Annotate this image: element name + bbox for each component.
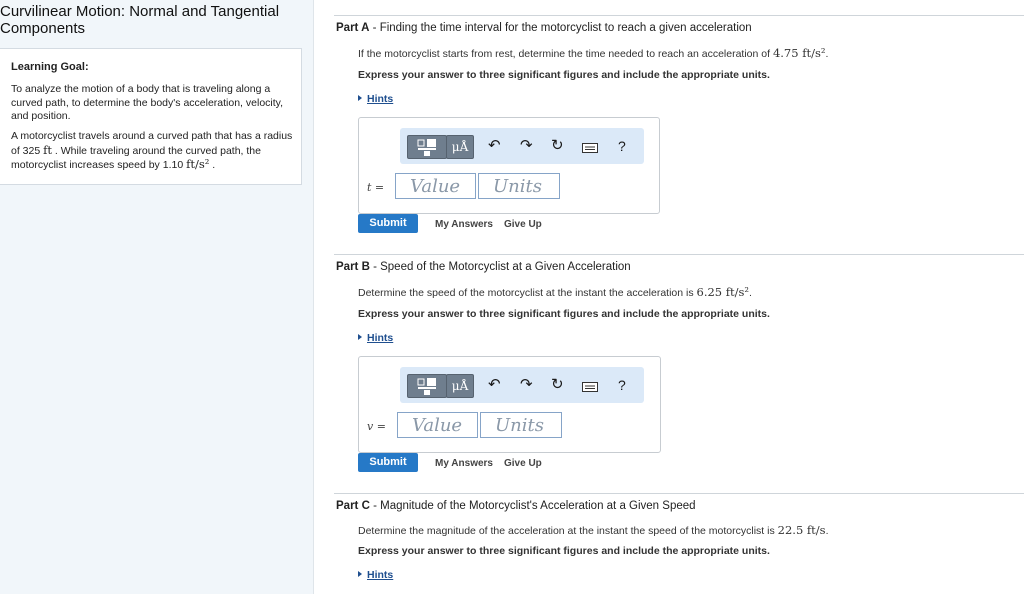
part-divider <box>334 493 1024 494</box>
prompt-end: . <box>749 287 752 299</box>
part-c-title: Part C - Magnitude of the Motorcyclist's… <box>336 500 696 512</box>
fraction-template-icon <box>417 139 436 156</box>
expand-triangle-icon <box>358 95 362 101</box>
submit-button[interactable]: Submit <box>358 453 418 472</box>
expand-triangle-icon <box>358 334 362 340</box>
part-a-hints-link[interactable]: Hints <box>358 93 393 105</box>
part-b-instruction: Express your answer to three significant… <box>358 308 770 320</box>
learning-goal-box: Learning Goal: To analyze the motion of … <box>0 48 302 185</box>
symbols-button[interactable]: μÅ <box>446 135 474 159</box>
part-c-prompt: Determine the magnitude of the accelerat… <box>358 523 829 537</box>
prompt-math: 22.5 ft/s <box>777 523 826 537</box>
give-up-link[interactable]: Give Up <box>504 219 542 230</box>
keyboard-icon[interactable] <box>582 379 598 397</box>
redo-icon[interactable]: ↷ <box>520 376 533 394</box>
part-title-text: Finding the time interval for the motorc… <box>379 22 752 34</box>
learning-goal-text: To analyze the motion of a body that is … <box>11 83 284 122</box>
problem-statement: A motorcyclist travels around a curved p… <box>11 130 293 173</box>
prompt-text: If the motorcyclist starts from rest, de… <box>358 48 773 60</box>
part-divider <box>334 15 1024 16</box>
my-answers-link[interactable]: My Answers <box>435 219 493 230</box>
part-c-hints-link[interactable]: Hints <box>358 569 393 581</box>
prompt-math: 6.25 ft/s² <box>696 285 750 299</box>
part-a-answer-box: μÅ ↶ ↷ ↻ ? t = Value Units <box>358 117 660 214</box>
learning-goal-heading: Learning Goal: <box>11 61 89 73</box>
variable-label: v = <box>367 420 386 433</box>
hints-label: Hints <box>367 569 394 581</box>
my-answers-link[interactable]: My Answers <box>435 458 493 469</box>
part-c-instruction: Express your answer to three significant… <box>358 545 770 557</box>
prompt-math: 4.75 ft/s² <box>772 46 826 60</box>
part-label: Part B <box>336 261 370 273</box>
part-a-prompt: If the motorcyclist starts from rest, de… <box>358 46 828 60</box>
units-input[interactable]: Units <box>478 173 560 199</box>
prompt-text: Determine the speed of the motorcyclist … <box>358 287 697 299</box>
math-toolbar: μÅ ↶ ↷ ↻ ? <box>400 128 644 164</box>
templates-button[interactable] <box>407 135 447 159</box>
submit-button[interactable]: Submit <box>358 214 418 233</box>
give-up-link[interactable]: Give Up <box>504 458 542 469</box>
fraction-template-icon <box>417 378 436 395</box>
prompt-end: . <box>825 48 829 60</box>
symbols-button[interactable]: μÅ <box>446 374 474 398</box>
part-title-text: Speed of the Motorcyclist at a Given Acc… <box>380 261 631 273</box>
templates-button[interactable] <box>407 374 447 398</box>
problem-unit-radius: ft <box>43 142 53 157</box>
hints-label: Hints <box>367 332 394 344</box>
value-input[interactable]: Value <box>397 412 478 438</box>
part-label: Part C <box>336 500 370 512</box>
reset-icon[interactable]: ↻ <box>551 137 564 155</box>
undo-icon[interactable]: ↶ <box>488 376 501 394</box>
part-a-title: Part A - Finding the time interval for t… <box>336 22 752 34</box>
reset-icon[interactable]: ↻ <box>551 376 564 394</box>
part-b-hints-link[interactable]: Hints <box>358 332 393 344</box>
hints-label: Hints <box>367 93 394 105</box>
math-toolbar: μÅ ↶ ↷ ↻ ? <box>400 367 644 403</box>
part-b-prompt: Determine the speed of the motorcyclist … <box>358 285 752 299</box>
help-icon[interactable]: ? <box>618 137 626 155</box>
part-a-instruction: Express your answer to three significant… <box>358 69 770 81</box>
part-title-text: Magnitude of the Motorcyclist's Accelera… <box>380 500 696 512</box>
part-b-title: Part B - Speed of the Motorcyclist at a … <box>336 261 631 273</box>
prompt-text: Determine the magnitude of the accelerat… <box>358 525 778 537</box>
part-b-answer-box: μÅ ↶ ↷ ↻ ? v = Value Units <box>358 356 661 453</box>
keyboard-icon[interactable] <box>582 140 598 158</box>
redo-icon[interactable]: ↷ <box>520 137 533 155</box>
problem-text-3: . <box>209 159 216 171</box>
variable-label: t = <box>367 181 385 194</box>
undo-icon[interactable]: ↶ <box>488 137 501 155</box>
expand-triangle-icon <box>358 571 362 577</box>
right-panel: Part A - Finding the time interval for t… <box>314 0 1024 594</box>
help-icon[interactable]: ? <box>618 376 626 394</box>
left-panel: Curvilinear Motion: Normal and Tangentia… <box>0 0 314 594</box>
problem-unit-accel: ft/s² <box>186 157 210 171</box>
units-input[interactable]: Units <box>480 412 562 438</box>
prompt-end: . <box>825 525 829 537</box>
page-title: Curvilinear Motion: Normal and Tangentia… <box>0 3 280 37</box>
value-input[interactable]: Value <box>395 173 476 199</box>
part-divider <box>334 254 1024 255</box>
part-label: Part A <box>336 22 370 34</box>
